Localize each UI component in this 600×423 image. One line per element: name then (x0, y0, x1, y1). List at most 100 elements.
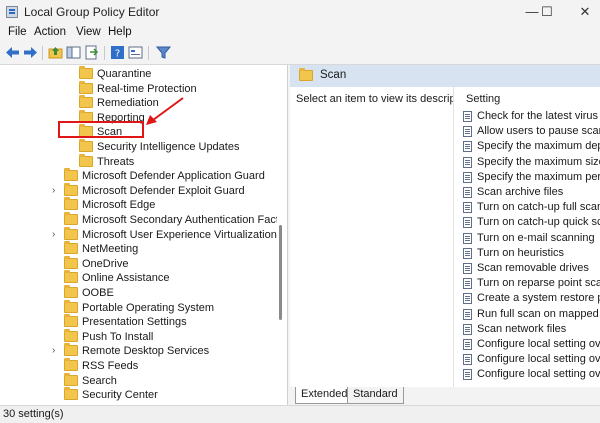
tree-item[interactable]: › Remote Desktop Services (0, 343, 277, 358)
setting-label: Create a system restore po (477, 292, 600, 305)
tab-standard[interactable]: Standard (347, 387, 404, 404)
policy-setting-icon (463, 308, 472, 320)
tree-item[interactable]: Portable Operating System (0, 299, 277, 315)
tree-item-label: Threats (97, 155, 135, 168)
policy-setting-icon (463, 111, 472, 122)
tree-item-label: Microsoft User Experience Virtualization (82, 228, 277, 241)
window-title: Local Group Policy Editor (24, 5, 160, 19)
details-header: Scan (290, 65, 600, 87)
svg-text:?: ? (115, 49, 120, 60)
expand-chevron-icon[interactable]: › (52, 228, 55, 242)
setting-label: Configure local setting ov (477, 353, 600, 366)
setting-label: Scan archive files (477, 186, 564, 198)
folder-icon (64, 270, 78, 284)
setting-label: Turn on catch-up quick sc (477, 216, 600, 229)
menu-view[interactable]: View (76, 26, 101, 38)
folder-icon (64, 197, 78, 211)
tree-item[interactable]: › Microsoft Defender Exploit Guard (0, 182, 277, 198)
title-bar: Local Group Policy Editor — ☐ ✕ (0, 0, 600, 24)
folder-icon (64, 285, 78, 298)
tree-item[interactable]: Search (0, 372, 277, 388)
close-button[interactable]: ✕ (562, 0, 600, 24)
folder-icon (299, 68, 313, 81)
export-list-icon[interactable] (84, 45, 99, 60)
filter-icon[interactable] (156, 45, 171, 60)
folder-icon (64, 387, 78, 401)
setting-column-header[interactable]: Setting (466, 93, 500, 105)
setting-label: Specify the maximum size (477, 155, 600, 168)
tree-item-label: Portable Operating System (82, 301, 215, 314)
folder-icon (64, 328, 78, 342)
tree-item[interactable]: OneDrive (0, 255, 277, 271)
folder-icon (64, 314, 78, 328)
settings-list: Setting Check for the latest virus Allow … (453, 87, 600, 387)
menu-action[interactable]: Action (34, 26, 66, 38)
folder-icon (64, 226, 78, 240)
folder-icon (64, 372, 78, 386)
menu-bar: File Action View Help (0, 24, 600, 42)
setting-label: Scan network files (477, 322, 567, 335)
policy-setting-icon (463, 263, 472, 274)
tree-item-label: Microsoft Secondary Authentication Facto… (82, 214, 288, 226)
policy-setting-icon (463, 232, 472, 244)
tree-item-label: OOBE (82, 287, 114, 299)
help-icon[interactable]: ? (110, 45, 125, 60)
tree-item-label: Push To Install (82, 330, 154, 343)
setting-label: Turn on heuristics (477, 246, 565, 259)
details-pane: Scan Select an item to view its descript… (290, 65, 600, 387)
tree-item[interactable]: Threats (0, 153, 277, 169)
tree-item-label: Search (82, 374, 117, 387)
tree-item[interactable]: Microsoft Defender Application Guard (0, 168, 277, 183)
show-hide-tree-icon[interactable] (66, 45, 81, 60)
tree-item-label: Microsoft Defender Application Guard (82, 170, 265, 183)
tree-item[interactable]: OOBE (0, 285, 277, 300)
back-arrow-icon[interactable] (5, 45, 20, 60)
tree-item[interactable]: Online Assistance (0, 270, 277, 285)
app-icon (6, 6, 18, 18)
folder-icon (64, 299, 78, 313)
forward-arrow-icon[interactable] (23, 45, 38, 60)
tab-extended[interactable]: Extended (295, 387, 354, 404)
tree-item[interactable]: Microsoft Edge (0, 197, 277, 212)
policy-setting-icon (463, 187, 472, 198)
setting-label: Scan removable drives (477, 262, 589, 274)
setting-label: Check for the latest virus (477, 110, 599, 122)
setting-label: Specify the maximum per (477, 170, 600, 183)
tree-item[interactable]: NetMeeting (0, 241, 277, 256)
expand-chevron-icon[interactable]: › (52, 184, 55, 198)
tree-item[interactable]: Microsoft Secondary Authentication Facto… (0, 212, 287, 227)
policy-setting-icon (463, 323, 472, 335)
tree-item-label: Microsoft Edge (82, 199, 156, 212)
description-text: Select an item to view its description. (296, 93, 477, 105)
setting-label: Turn on reparse point sca (477, 277, 600, 290)
menu-help[interactable]: Help (108, 26, 132, 38)
folder-icon (79, 153, 93, 167)
tree-scrollbar-thumb[interactable] (279, 225, 282, 320)
tree-item[interactable]: › Microsoft User Experience Virtualizatio… (0, 226, 277, 242)
tree-item[interactable]: RSS Feeds (0, 358, 277, 373)
tree-item-label: Remote Desktop Services (82, 345, 210, 358)
setting-label: Turn on catch-up full scan (477, 201, 600, 214)
folder-icon (64, 241, 78, 255)
menu-file[interactable]: File (8, 26, 27, 38)
status-bar: 30 setting(s) (0, 405, 600, 423)
tree-item[interactable]: Push To Install (0, 328, 277, 344)
status-text: 30 setting(s) (3, 408, 64, 420)
tree-pane[interactable]: Quarantine Real-time Protection Remediatio… (0, 65, 288, 405)
tree-item[interactable]: Security Center (0, 387, 277, 402)
folder-icon (64, 343, 78, 357)
policy-setting-icon (463, 126, 472, 138)
tree-item-label: Online Assistance (82, 272, 170, 285)
policy-setting-icon (463, 202, 472, 214)
expand-chevron-icon[interactable]: › (52, 344, 55, 358)
folder-icon (64, 358, 78, 371)
tree-item[interactable]: Presentation Settings (0, 314, 277, 329)
tree-item-label: NetMeeting (82, 243, 139, 256)
policy-setting-icon (463, 339, 472, 350)
properties-icon[interactable] (128, 45, 143, 60)
tree-item-label: Microsoft Defender Exploit Guard (82, 184, 245, 197)
folder-icon (64, 168, 78, 182)
folder-icon (64, 182, 78, 196)
policy-setting-icon (463, 354, 472, 366)
up-folder-icon[interactable] (48, 45, 63, 60)
